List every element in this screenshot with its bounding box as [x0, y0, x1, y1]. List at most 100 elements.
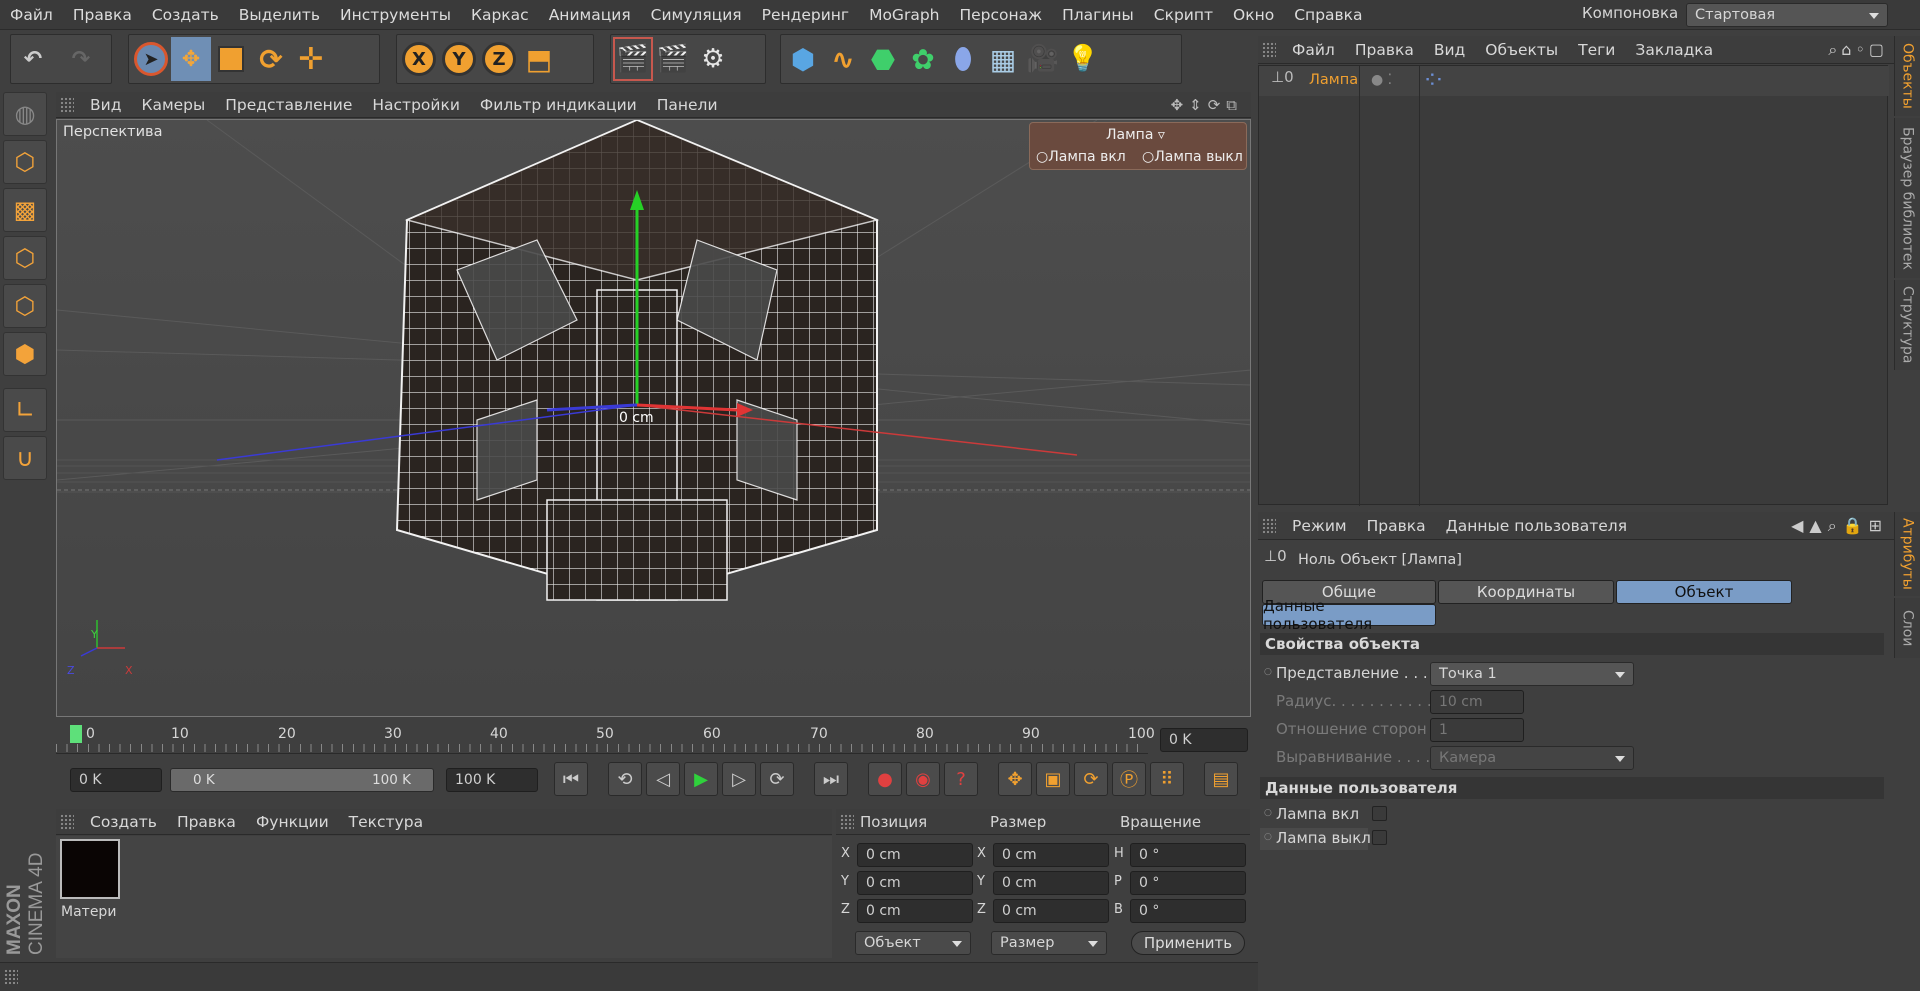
- tab-coordinates[interactable]: Координаты: [1438, 580, 1614, 604]
- material-menu-functions[interactable]: Функции: [246, 813, 339, 831]
- viewport-menu-view[interactable]: Вид: [80, 96, 131, 114]
- rotation-p-field[interactable]: 0 °: [1130, 871, 1246, 895]
- cube-primitive-icon[interactable]: ⬢: [783, 37, 823, 81]
- prev-key-icon[interactable]: ⟲: [608, 762, 642, 796]
- workplane-icon[interactable]: ∟: [3, 388, 47, 432]
- redo-icon[interactable]: ↷: [53, 37, 109, 81]
- subdivision-surface-icon[interactable]: ⬣: [863, 37, 903, 81]
- keyframe-selection-icon[interactable]: ?: [944, 762, 978, 796]
- attr-menu-mode[interactable]: Режим: [1282, 517, 1357, 535]
- side-tab-layers[interactable]: Слои: [1894, 598, 1920, 658]
- move-tool-icon[interactable]: ✥: [171, 37, 211, 81]
- menu-simulation[interactable]: Симуляция: [641, 6, 752, 24]
- menu-character[interactable]: Персонаж: [949, 6, 1052, 24]
- coord-mode-size-select[interactable]: Размер: [991, 931, 1107, 955]
- anim-dot-icon[interactable]: ○: [1264, 808, 1272, 818]
- objects-menu-edit[interactable]: Правка: [1345, 41, 1424, 59]
- edge-mode-icon[interactable]: ⬡: [3, 284, 47, 328]
- scale-tool-icon[interactable]: [211, 37, 251, 81]
- record-keys-icon[interactable]: ●: [868, 762, 902, 796]
- position-x-field[interactable]: 0 cm: [857, 843, 973, 867]
- lamp-off-checkbox[interactable]: [1372, 830, 1387, 845]
- cloner-icon[interactable]: ✿: [903, 37, 943, 81]
- go-to-start-icon[interactable]: ⏮: [554, 762, 588, 796]
- hud-title[interactable]: Лампа ▿: [1106, 127, 1165, 143]
- material-swatch[interactable]: [60, 839, 120, 899]
- last-tool-icon[interactable]: ✛: [291, 37, 331, 81]
- layout-select[interactable]: Стартовая: [1686, 3, 1888, 27]
- hud-lamp-off[interactable]: ○Лампа выкл: [1142, 149, 1243, 165]
- menu-animation[interactable]: Анимация: [539, 6, 641, 24]
- viewport-menu-options[interactable]: Настройки: [362, 96, 470, 114]
- radius-field[interactable]: 10 cm: [1430, 690, 1524, 714]
- frame-range-slider[interactable]: 0 K 100 K: [170, 768, 434, 792]
- current-frame-field[interactable]: 0 K: [1160, 728, 1248, 752]
- objects-menu-view[interactable]: Вид: [1424, 41, 1475, 59]
- object-row-lamp[interactable]: ⊥0 Лампа ● ⁚ ⠪⠂: [1259, 66, 1889, 96]
- menu-create[interactable]: Создать: [142, 6, 229, 24]
- perspective-viewport[interactable]: Перспектива 0 cm Y X Z Лампа ▿ ○Лампа вк…: [56, 119, 1251, 717]
- object-name-lamp[interactable]: Лампа: [1309, 72, 1358, 88]
- timeline-window-icon[interactable]: ▤: [1204, 762, 1238, 796]
- tab-object[interactable]: Объект: [1616, 580, 1792, 604]
- texture-mode-icon[interactable]: ▩: [3, 188, 47, 232]
- side-tab-objects[interactable]: Объекты: [1894, 36, 1920, 116]
- tab-user-data[interactable]: Данные пользователя: [1262, 597, 1436, 633]
- material-name[interactable]: Матери: [61, 904, 116, 920]
- polygon-mode-icon[interactable]: ⬢: [3, 332, 47, 376]
- key-pla-icon[interactable]: ⠿: [1150, 762, 1184, 796]
- lamp-on-checkbox[interactable]: [1372, 806, 1387, 821]
- menu-script[interactable]: Скрипт: [1144, 6, 1223, 24]
- key-scale-icon[interactable]: ▣: [1036, 762, 1070, 796]
- next-frame-icon[interactable]: ▷: [722, 762, 756, 796]
- play-icon[interactable]: ▶: [684, 762, 718, 796]
- end-frame-field[interactable]: 100 K: [446, 768, 538, 792]
- point-mode-icon[interactable]: ⬡: [3, 236, 47, 280]
- side-tab-structure[interactable]: Структура: [1894, 280, 1920, 370]
- menu-render[interactable]: Рендеринг: [752, 6, 859, 24]
- aspect-ratio-field[interactable]: 1: [1430, 718, 1524, 742]
- anim-dot-icon[interactable]: ○: [1264, 832, 1272, 842]
- select-tool-icon[interactable]: ➤: [131, 37, 171, 81]
- side-tab-content-browser[interactable]: Браузер библиотек: [1894, 118, 1920, 278]
- display-select[interactable]: Точка 1: [1430, 662, 1634, 686]
- next-key-icon[interactable]: ⟳: [760, 762, 794, 796]
- key-rotation-icon[interactable]: ⟳: [1074, 762, 1108, 796]
- snap-magnet-icon[interactable]: ∪: [3, 436, 47, 480]
- z-axis-lock-button[interactable]: Z: [479, 37, 519, 81]
- attr-menu-userdata[interactable]: Данные пользователя: [1436, 517, 1637, 535]
- deformer-icon[interactable]: ⬮: [943, 37, 983, 81]
- render-picture-viewer-icon[interactable]: 🎬: [653, 37, 693, 81]
- menu-plugins[interactable]: Плагины: [1052, 6, 1144, 24]
- anim-dot-icon[interactable]: ○: [1264, 667, 1272, 677]
- attr-nav-icons[interactable]: ◀▲⌕🔒⊞: [1791, 516, 1894, 536]
- rotation-h-field[interactable]: 0 °: [1130, 843, 1246, 867]
- apply-button[interactable]: Применить: [1131, 931, 1245, 955]
- light-icon[interactable]: 💡: [1063, 37, 1103, 81]
- viewport-menu-display[interactable]: Представление: [215, 96, 362, 114]
- material-menu-create[interactable]: Создать: [80, 813, 167, 831]
- user-data-tag-icon[interactable]: ⠪⠂: [1424, 71, 1447, 90]
- spline-icon[interactable]: ∿: [823, 37, 863, 81]
- go-to-end-icon[interactable]: ⏭: [814, 762, 848, 796]
- attr-menu-edit[interactable]: Правка: [1357, 517, 1436, 535]
- key-parameter-icon[interactable]: Ⓟ: [1112, 762, 1146, 796]
- model-mode-icon[interactable]: ⬡: [3, 140, 47, 184]
- rotation-b-field[interactable]: 0 °: [1130, 899, 1246, 923]
- camera-icon[interactable]: 🎥: [1023, 37, 1063, 81]
- side-tab-attributes[interactable]: Атрибуты: [1894, 512, 1920, 596]
- objects-menu-file[interactable]: Файл: [1282, 41, 1345, 59]
- position-y-field[interactable]: 0 cm: [857, 871, 973, 895]
- auto-key-icon[interactable]: ◉: [906, 762, 940, 796]
- prev-frame-icon[interactable]: ◁: [646, 762, 680, 796]
- visibility-dots-icon[interactable]: ● ⁚: [1371, 72, 1392, 88]
- menu-window[interactable]: Окно: [1223, 6, 1284, 24]
- coordinate-system-icon[interactable]: ⬒: [519, 37, 559, 81]
- alignment-select[interactable]: Камера: [1430, 746, 1634, 770]
- menu-help[interactable]: Справка: [1284, 6, 1372, 24]
- floor-icon[interactable]: ▦: [983, 37, 1023, 81]
- menu-tools[interactable]: Инструменты: [330, 6, 461, 24]
- objects-menu-objects[interactable]: Объекты: [1475, 41, 1568, 59]
- objects-menu-tags[interactable]: Теги: [1568, 41, 1625, 59]
- coord-mode-object-select[interactable]: Объект: [855, 931, 971, 955]
